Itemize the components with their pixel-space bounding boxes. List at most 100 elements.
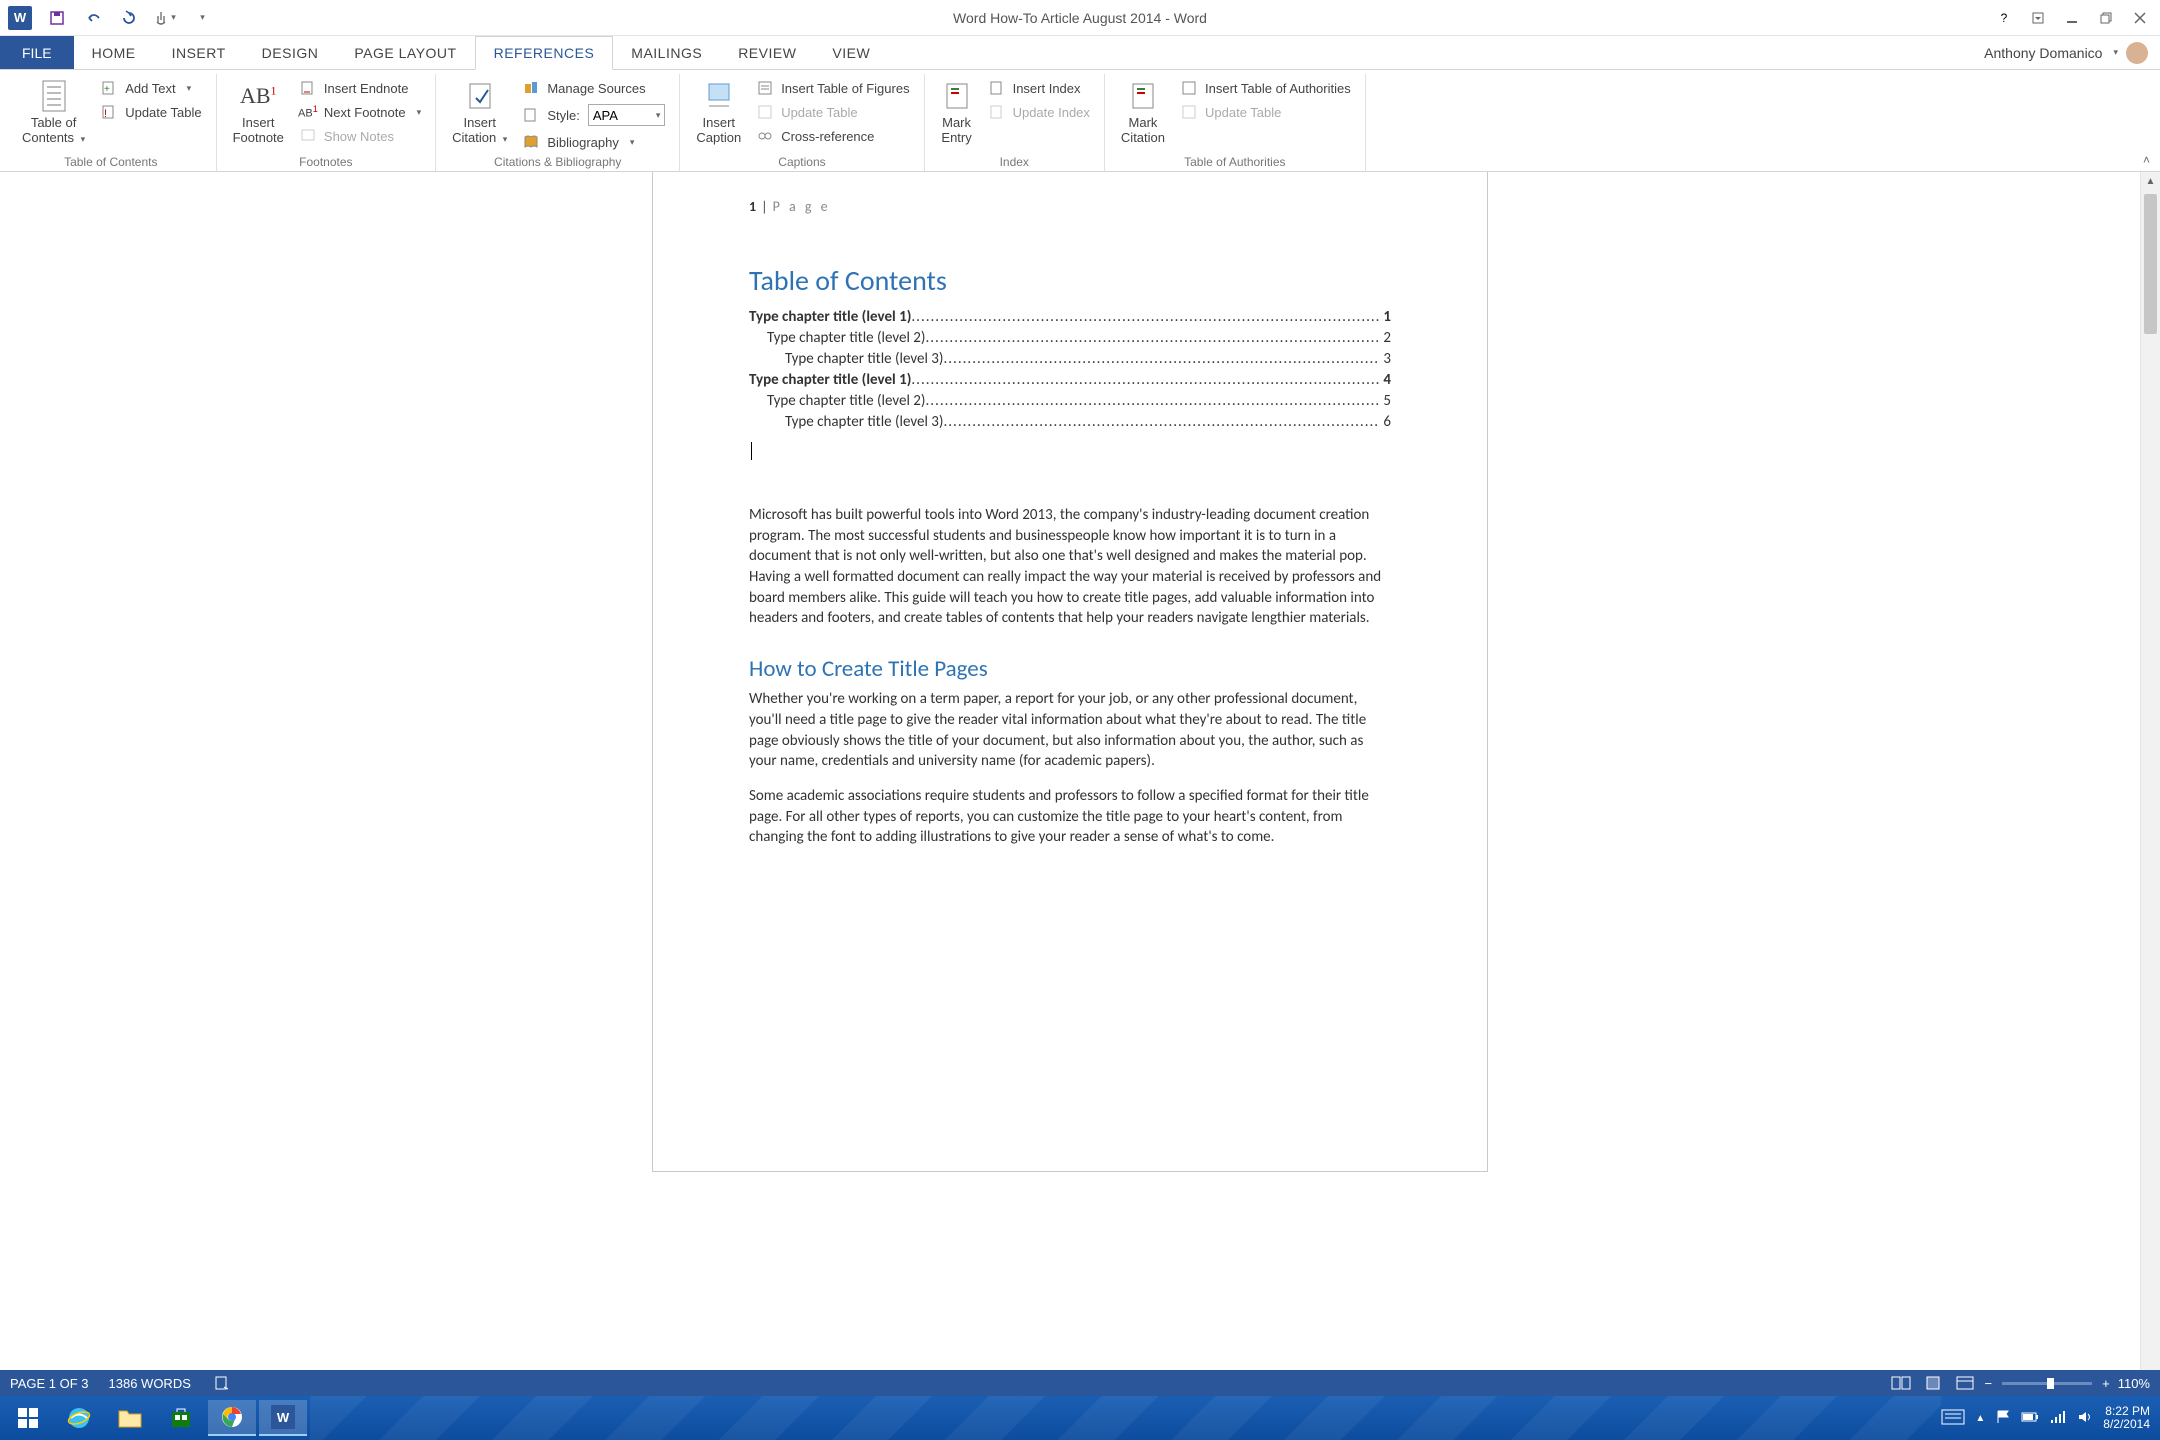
store-icon[interactable] (157, 1400, 205, 1436)
citation-style[interactable]: Style: ▾ (519, 102, 669, 128)
insert-citation-button[interactable]: InsertCitation ▾ (446, 76, 513, 152)
statusbar: PAGE 1 OF 3 1386 WORDS − + 110% (0, 1370, 2160, 1396)
flag-icon[interactable] (1995, 1409, 2011, 1428)
next-footnote-button[interactable]: AB1Next Footnote▾ (296, 102, 425, 122)
update-toa-button[interactable]: Update Table (1177, 102, 1355, 122)
avatar (2126, 42, 2148, 64)
document-area[interactable]: 1|P a g e Table of Contents Type chapter… (0, 172, 2140, 1410)
zoom-level[interactable]: 110% (2118, 1376, 2150, 1391)
word-count[interactable]: 1386 WORDS (109, 1376, 191, 1391)
update-table-icon: ! (101, 104, 117, 120)
insert-footnote-button[interactable]: AB1 InsertFootnote (227, 76, 290, 150)
touch-mode-icon[interactable]: ▾ (154, 7, 176, 29)
save-icon[interactable] (46, 7, 68, 29)
ribbon-display-icon[interactable] (2024, 7, 2052, 29)
insert-toa-icon (1181, 80, 1197, 96)
group-label: Citations & Bibliography (436, 155, 679, 169)
collapse-ribbon-icon[interactable]: ˄ (2143, 153, 2150, 167)
caption-icon (703, 80, 735, 112)
undo-icon[interactable] (82, 7, 104, 29)
mark-entry-icon (941, 80, 973, 112)
page[interactable]: 1|P a g e Table of Contents Type chapter… (652, 172, 1488, 1172)
chrome-icon[interactable] (208, 1400, 256, 1436)
customize-qat-icon[interactable]: ▾ (190, 7, 212, 29)
mark-entry-button[interactable]: MarkEntry (935, 76, 979, 150)
tab-insert[interactable]: INSERT (154, 36, 244, 69)
tab-file[interactable]: FILE (0, 36, 74, 69)
volume-icon[interactable] (2077, 1409, 2093, 1428)
zoom-knob[interactable] (2047, 1378, 2054, 1389)
tab-design[interactable]: DESIGN (244, 36, 337, 69)
next-footnote-icon: AB1 (300, 104, 316, 120)
keyboard-icon[interactable] (1941, 1409, 1965, 1428)
toc-entry: Type chapter title (level 1)1 (749, 308, 1391, 326)
word-icon: W (8, 6, 32, 30)
insert-index-button[interactable]: Insert Index (985, 78, 1094, 98)
insert-index-icon (989, 80, 1005, 96)
restore-icon[interactable] (2092, 7, 2120, 29)
style-input[interactable] (593, 108, 653, 123)
web-layout-icon[interactable] (1953, 1374, 1977, 1392)
clock[interactable]: 8:22 PM 8/2/2014 (2103, 1405, 2150, 1431)
bibliography-button[interactable]: Bibliography▾ (519, 132, 669, 152)
zoom-track[interactable] (2002, 1382, 2092, 1385)
scroll-up-icon[interactable]: ▲ (2141, 172, 2160, 190)
toc-icon (38, 80, 70, 112)
window-title: Word How-To Article August 2014 - Word (953, 10, 1207, 26)
paragraph: Microsoft has built powerful tools into … (749, 505, 1391, 629)
cross-reference-button[interactable]: Cross-reference (753, 126, 913, 146)
scroll-thumb[interactable] (2144, 194, 2157, 334)
tray-chevron-icon[interactable]: ▲ (1975, 1413, 1985, 1424)
tof-icon (757, 80, 773, 96)
tab-mailings[interactable]: MAILINGS (613, 36, 720, 69)
vertical-scrollbar[interactable]: ▲ ▼ (2140, 172, 2160, 1410)
footnote-icon: AB1 (242, 80, 274, 112)
taskbar-space (310, 1396, 1941, 1440)
print-layout-icon[interactable] (1921, 1374, 1945, 1392)
update-index-button[interactable]: Update Index (985, 102, 1094, 122)
zoom-out-icon[interactable]: − (1985, 1376, 1993, 1391)
account-info[interactable]: Anthony Domanico ▾ (1984, 36, 2148, 69)
minimize-icon[interactable] (2058, 7, 2086, 29)
tab-page-layout[interactable]: PAGE LAYOUT (336, 36, 474, 69)
insert-endnote-button[interactable]: Insert Endnote (296, 78, 425, 98)
ie-icon[interactable] (55, 1400, 103, 1436)
update-tof-button[interactable]: Update Table (753, 102, 913, 122)
manage-sources-button[interactable]: Manage Sources (519, 78, 669, 98)
svg-text:+: + (104, 84, 110, 95)
tab-home[interactable]: HOME (74, 36, 154, 69)
redo-icon[interactable] (118, 7, 140, 29)
help-icon[interactable]: ? (1990, 7, 2018, 29)
style-combo[interactable]: ▾ (588, 104, 666, 126)
insert-toa-button[interactable]: Insert Table of Authorities (1177, 78, 1355, 98)
tab-references[interactable]: REFERENCES (475, 36, 614, 70)
page-count[interactable]: PAGE 1 OF 3 (10, 1376, 89, 1391)
paragraph: Some academic associations require stude… (749, 786, 1391, 848)
wifi-icon[interactable] (2049, 1410, 2067, 1427)
add-text-button[interactable]: +Add Text▾ (97, 78, 205, 98)
table-of-contents-button[interactable]: Table ofContents ▾ (16, 76, 91, 150)
start-button[interactable] (4, 1400, 52, 1436)
group-label: Footnotes (217, 155, 436, 169)
insert-caption-button[interactable]: InsertCaption (690, 76, 747, 150)
zoom-in-icon[interactable]: + (2102, 1376, 2110, 1391)
add-text-icon: + (101, 80, 117, 96)
tab-view[interactable]: VIEW (814, 36, 888, 69)
update-table-button[interactable]: !Update Table (97, 102, 205, 122)
show-notes-icon (300, 128, 316, 144)
tab-review[interactable]: REVIEW (720, 36, 814, 69)
insert-tof-button[interactable]: Insert Table of Figures (753, 78, 913, 98)
group-toc: Table ofContents ▾ +Add Text▾ !Update Ta… (6, 74, 217, 171)
zoom-slider[interactable]: − + (1985, 1376, 2110, 1391)
word-taskbar-icon[interactable]: W (259, 1400, 307, 1436)
toc-entry: Type chapter title (level 1)4 (749, 371, 1391, 389)
battery-icon[interactable] (2021, 1411, 2039, 1426)
show-notes-button[interactable]: Show Notes (296, 126, 425, 146)
mark-citation-button[interactable]: MarkCitation (1115, 76, 1171, 150)
read-mode-icon[interactable] (1889, 1374, 1913, 1392)
file-explorer-icon[interactable] (106, 1400, 154, 1436)
group-captions: InsertCaption Insert Table of Figures Up… (680, 74, 924, 171)
toc-entry: Type chapter title (level 3)3 (749, 350, 1391, 368)
close-icon[interactable] (2126, 7, 2154, 29)
proofing-icon[interactable] (211, 1374, 235, 1392)
